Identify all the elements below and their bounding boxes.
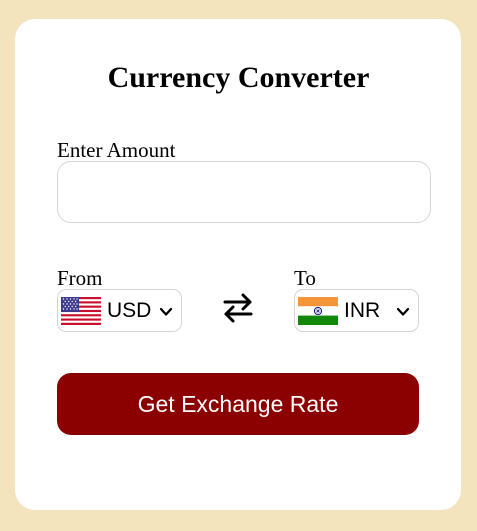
chevron-down-icon xyxy=(159,307,173,316)
swap-arrows-icon[interactable] xyxy=(221,290,255,326)
to-currency-code: INR xyxy=(344,298,381,322)
amount-label: Enter Amount xyxy=(57,138,176,162)
from-currency-code: USD xyxy=(107,298,152,322)
to-currency-select[interactable]: INR xyxy=(294,289,419,332)
get-exchange-rate-button[interactable]: Get Exchange Rate xyxy=(57,373,419,435)
from-currency-select[interactable]: USD xyxy=(57,289,182,332)
india-flag-icon xyxy=(298,296,338,325)
chevron-down-icon xyxy=(396,307,410,316)
from-label: From xyxy=(57,266,103,290)
amount-input[interactable] xyxy=(57,161,431,223)
us-flag-icon xyxy=(61,296,101,325)
page-title: Currency Converter xyxy=(107,61,370,94)
to-label: To xyxy=(294,266,316,290)
